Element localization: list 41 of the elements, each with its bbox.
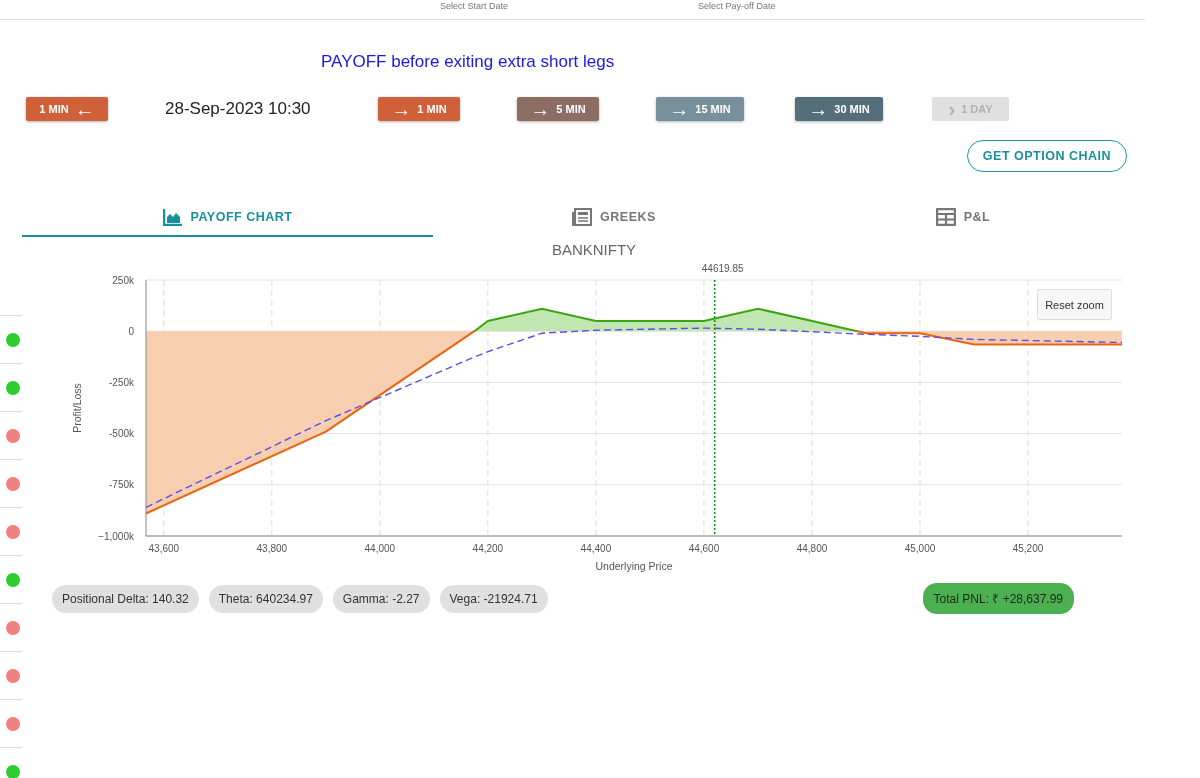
y-tick-label: -500k	[109, 428, 134, 440]
y-axis-title: Profit/Loss	[71, 383, 83, 433]
option-chain-button[interactable]: GET OPTION CHAIN	[966, 140, 1127, 172]
field-label: Select Pay-off Date	[698, 2, 776, 11]
y-tick-label: 0	[128, 325, 134, 337]
area-chart-icon	[162, 207, 183, 226]
total-pnl-chip: Total PNL: ₹ +28,637.99	[922, 583, 1075, 614]
spot-price-label: 44619.85	[701, 263, 744, 274]
x-tick-label: 43,800	[256, 543, 288, 554]
heading: PAYOFF before exiting extra short legs	[321, 52, 616, 73]
reset-zoom-button[interactable]: Reset zoom	[1037, 289, 1112, 320]
y-tick-label: 250k	[112, 274, 134, 286]
step-back-button[interactable]: 1 MIN ←	[26, 97, 108, 121]
chart-title: BANKNIFTY	[551, 241, 637, 258]
step-forward-button[interactable]: → 1 MIN	[378, 97, 460, 121]
tab[interactable]: GREEKS	[433, 198, 795, 237]
date-time: 28-Sep-2023 10:30	[165, 99, 312, 119]
y-tick-label: -750k	[109, 479, 134, 491]
y-tick-label: -250k	[109, 376, 134, 388]
tab[interactable]: P&L	[795, 198, 1131, 237]
x-tick-label: 44,600	[688, 543, 720, 554]
greek-chip: Positional Delta: 140.32	[52, 584, 199, 613]
x-tick-label: 45,200	[1012, 543, 1044, 554]
x-tick-label: 44,200	[472, 543, 504, 554]
y-tick-label: −1,000k	[98, 530, 134, 542]
newspaper-icon	[572, 207, 593, 226]
step-forward-button[interactable]: → 15 MIN	[656, 97, 744, 121]
greek-chip: Gamma: -2.27	[332, 584, 430, 613]
x-tick-label: 44,000	[364, 543, 396, 554]
step-forward-button[interactable]: → 30 MIN	[795, 97, 883, 121]
greek-chip: Vega: -21924.71	[439, 584, 548, 613]
table-icon	[935, 207, 956, 226]
greek-chip: Theta: 640234.97	[208, 584, 323, 613]
field-label: Select Start Date	[440, 2, 509, 11]
x-tick-label: 44,800	[796, 543, 828, 554]
tab[interactable]: PAYOFF CHART	[22, 198, 433, 237]
x-tick-label: 45,000	[904, 543, 936, 554]
x-axis-title: Underlying Price	[595, 560, 673, 572]
x-tick-label: 44,400	[580, 543, 612, 554]
step-forward-button[interactable]: → 5 MIN	[517, 97, 599, 121]
x-tick-label: 43,600	[148, 543, 180, 554]
